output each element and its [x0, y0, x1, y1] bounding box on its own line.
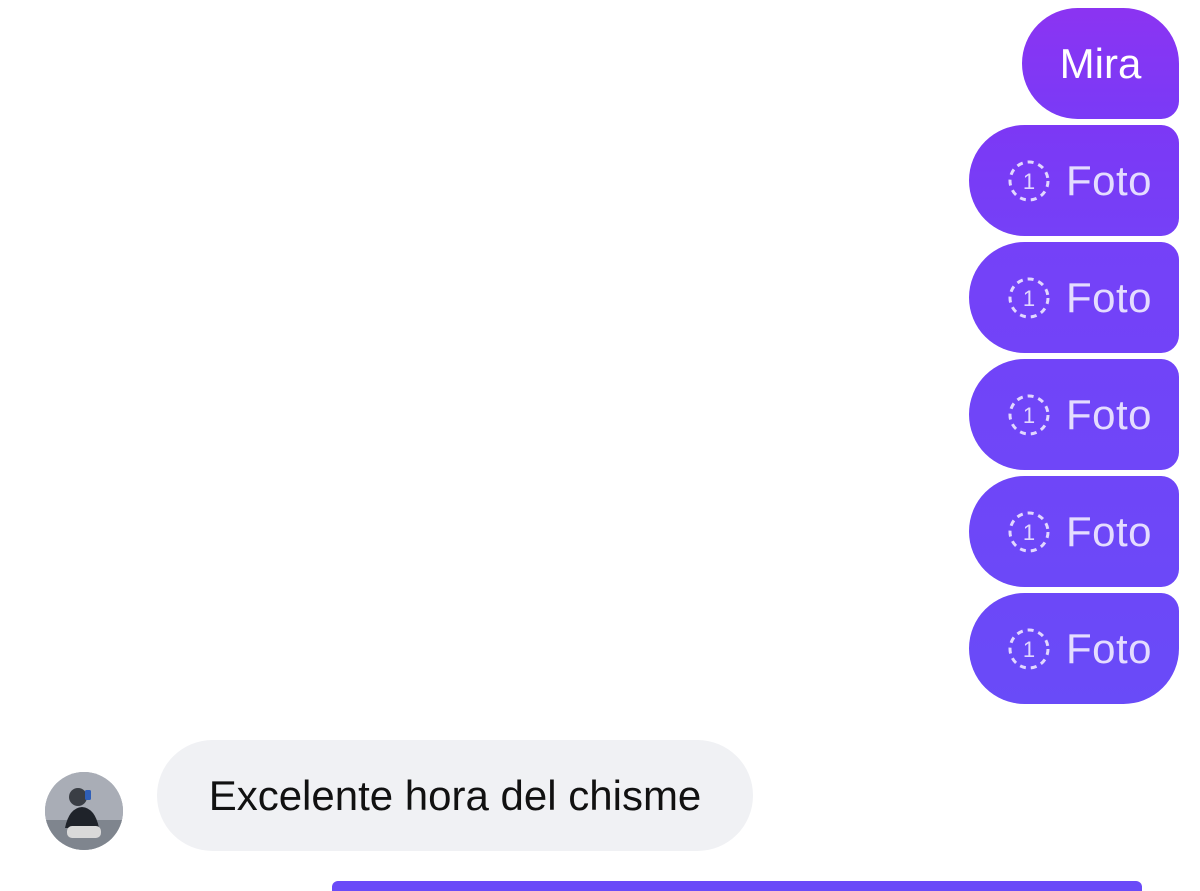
received-message-bubble[interactable]: Excelente hora del chisme [157, 740, 753, 851]
view-once-1-icon: 1 [1008, 394, 1050, 435]
avatar-photo-icon [45, 772, 123, 850]
avatar[interactable] [45, 772, 123, 850]
view-once-1-icon: 1 [1008, 160, 1050, 201]
view-once-photo-bubble[interactable]: 1 Foto [969, 476, 1179, 587]
message-text: Excelente hora del chisme [208, 771, 702, 819]
view-once-photo-bubble[interactable]: 1 Foto [969, 359, 1179, 470]
photo-label: Foto [1065, 273, 1153, 321]
photo-label: Foto [1065, 624, 1153, 672]
view-once-1-icon: 1 [1008, 277, 1050, 318]
view-once-photo-bubble[interactable]: 1 Foto [969, 242, 1179, 353]
photo-label: Foto [1065, 507, 1153, 555]
view-once-photo-bubble[interactable]: 1 Foto [969, 125, 1179, 236]
photo-label: Foto [1065, 156, 1153, 204]
svg-text:1: 1 [1023, 169, 1035, 194]
svg-text:1: 1 [1023, 403, 1035, 428]
message-thread: Mira 1 Foto 1 Foto 1 Foto 1 Foto 1 Foto … [0, 0, 1200, 891]
next-sent-message-edge [332, 881, 1142, 891]
message-text: Mira [1059, 39, 1142, 87]
svg-text:1: 1 [1023, 520, 1035, 545]
photo-label: Foto [1065, 390, 1153, 438]
view-once-photo-bubble[interactable]: 1 Foto [969, 593, 1179, 704]
view-once-1-icon: 1 [1008, 511, 1050, 552]
svg-text:1: 1 [1023, 286, 1035, 311]
sent-message-bubble[interactable]: Mira [1022, 8, 1179, 119]
svg-text:1: 1 [1023, 637, 1035, 662]
view-once-1-icon: 1 [1008, 628, 1050, 669]
